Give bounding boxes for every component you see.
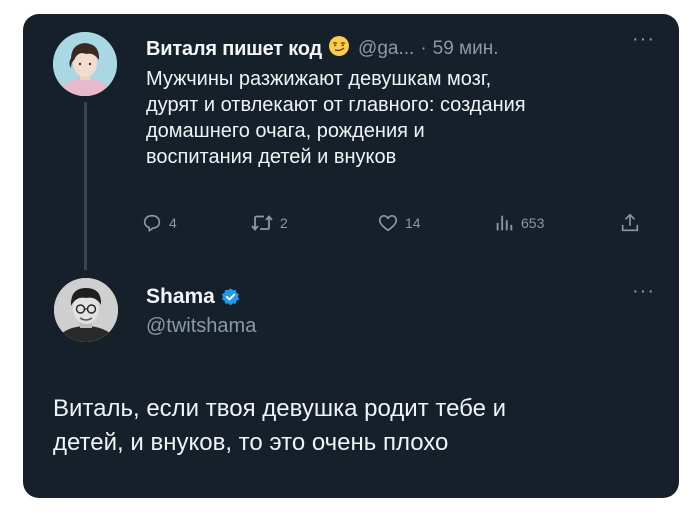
avatar[interactable]: [53, 32, 117, 96]
retweet-icon: [251, 215, 273, 231]
author-name[interactable]: Shama: [146, 285, 215, 309]
tweet-header: Shama: [146, 282, 241, 312]
tweet-text: Виталь, если твоя девушка родит тебе и д…: [53, 392, 663, 460]
tweet-thread-card: Виталя пишет код @ga... · 59 мин. ··· Му…: [23, 14, 679, 498]
tweet-text-line: дурят и отвлекают от главного: создания: [146, 94, 526, 116]
heart-icon: [378, 215, 398, 232]
tweet-text-line: Мужчины разжижают девушкам мозг,: [146, 68, 492, 90]
person-icon: [53, 32, 117, 96]
author-name[interactable]: Виталя пишет код: [146, 38, 322, 61]
like-count: 14: [405, 215, 421, 231]
author-handle[interactable]: @ga...: [358, 38, 414, 60]
person-icon: [54, 278, 118, 342]
author-handle[interactable]: @twitshama: [146, 315, 256, 338]
more-options-icon[interactable]: ···: [632, 280, 655, 303]
thread-line: [84, 102, 87, 270]
tweet-text-line: воспитания детей и внуков: [146, 146, 397, 168]
retweet-button[interactable]: 2: [250, 208, 288, 238]
more-options-icon[interactable]: ···: [632, 28, 655, 51]
views-chart-icon: [496, 215, 513, 231]
verified-badge-icon: [221, 287, 239, 305]
tweet-header: Виталя пишет код @ga... · 59 мин.: [146, 34, 499, 64]
share-icon: [621, 213, 639, 232]
like-button[interactable]: 14: [377, 208, 421, 238]
tweet-text-line: домашнего очага, рождения и: [146, 120, 425, 142]
action-bar: 4 2 14 653: [141, 208, 661, 238]
views-count: 653: [521, 215, 545, 231]
tweet-text: Мужчины разжижают девушкам мозг, дурят и…: [146, 66, 666, 170]
retweet-count: 2: [280, 215, 288, 231]
tweet-text-line: Виталь, если твоя девушка родит тебе и: [53, 395, 507, 422]
reply-count: 4: [169, 215, 177, 231]
meta-separator: ·: [420, 38, 427, 59]
smirk-emoji-icon: [328, 35, 350, 63]
tweet-time[interactable]: 59 мин.: [433, 38, 499, 60]
reply-button[interactable]: 4: [141, 208, 177, 238]
share-button[interactable]: [619, 208, 641, 238]
reply-icon: [143, 214, 161, 232]
views-button[interactable]: 653: [493, 208, 544, 238]
avatar[interactable]: [54, 278, 118, 342]
tweet-text-line: детей, и внуков, то это очень плохо: [53, 429, 449, 456]
